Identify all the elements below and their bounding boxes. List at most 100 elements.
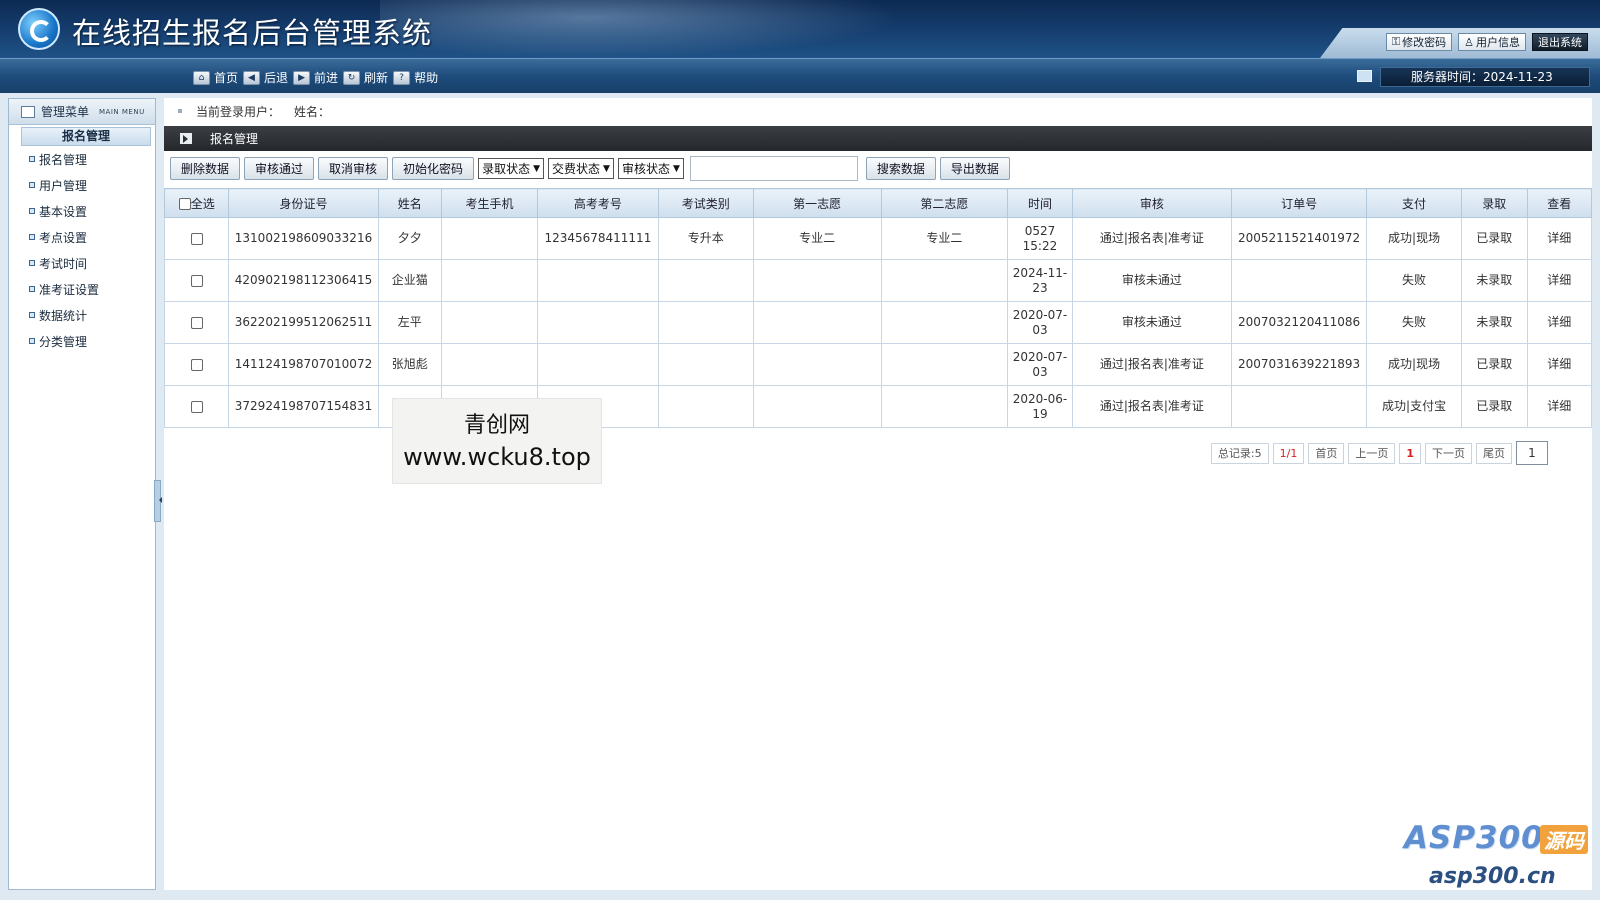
last-page-button[interactable]: 尾页 xyxy=(1476,442,1512,464)
first-choice-cell xyxy=(752,259,882,302)
order-cell: 2005211521401972 xyxy=(1231,217,1368,260)
chevron-down-icon: ▼ xyxy=(603,163,610,174)
corner-watermark: ASP300 源码 asp300.cn xyxy=(1404,820,1594,892)
search-button[interactable]: 搜索数据 xyxy=(865,157,936,180)
export-button[interactable]: 导出数据 xyxy=(939,157,1010,180)
detail-link[interactable]: 详细 xyxy=(1526,343,1592,386)
page-jump-input[interactable]: 1 xyxy=(1516,441,1548,465)
id-cell: 362202199512062511 xyxy=(228,301,379,344)
name-cell: 企业猫 xyxy=(377,259,443,302)
detail-link[interactable]: 详细 xyxy=(1526,259,1592,302)
sidebar-item-exam-sites[interactable]: 考点设置 xyxy=(9,224,155,250)
row-select-cell xyxy=(163,343,230,386)
sidebar-item-categories[interactable]: 分类管理 xyxy=(9,328,155,354)
category-cell xyxy=(657,343,754,386)
sidebar-item-registration[interactable]: 报名管理 xyxy=(9,146,155,172)
exam-no-cell xyxy=(537,301,659,344)
review-cell[interactable]: 通过|报名表|准考证 xyxy=(1071,217,1233,260)
reset-password-button[interactable]: 初始化密码 xyxy=(392,157,475,180)
review-cell[interactable]: 审核未通过 xyxy=(1071,301,1233,344)
total-records: 总记录:5 xyxy=(1210,442,1269,464)
header-buttons: ⚿ 修改密码 ♙ 用户信息 退出系统 xyxy=(1385,33,1588,51)
second-choice-cell xyxy=(880,259,1009,302)
category-cell xyxy=(657,385,754,428)
nav-back[interactable]: ◀ 后退 xyxy=(243,69,288,86)
registration-table: 全选 身份证号 姓名 考生手机 高考考号 考试类别 第一志愿 第二志愿 时间 审… xyxy=(163,188,1592,428)
row-checkbox[interactable] xyxy=(190,400,203,413)
sidebar-item-statistics[interactable]: 数据统计 xyxy=(9,302,155,328)
sidebar-title: 管理菜单 xyxy=(41,105,90,119)
nav-home[interactable]: ⌂ 首页 xyxy=(193,69,238,86)
column-header: 考生手机 xyxy=(440,188,539,218)
prev-page-button[interactable]: 上一页 xyxy=(1348,442,1396,464)
cancel-review-button[interactable]: 取消审核 xyxy=(318,157,389,180)
row-checkbox[interactable] xyxy=(190,274,203,287)
review-cell[interactable]: 通过|报名表|准考证 xyxy=(1071,343,1233,386)
second-choice-cell xyxy=(880,385,1009,428)
sidebar-item-users[interactable]: 用户管理 xyxy=(9,172,155,198)
exam-no-cell xyxy=(537,343,659,386)
row-checkbox[interactable] xyxy=(190,316,203,329)
row-select-cell xyxy=(163,217,230,260)
sidebar-collapse-handle[interactable] xyxy=(154,480,162,522)
play-arrow-icon xyxy=(180,133,192,144)
sidebar-item-exam-time[interactable]: 考试时间 xyxy=(9,250,155,276)
key-icon: ⚿ xyxy=(1391,35,1401,48)
review-cell[interactable]: 审核未通过 xyxy=(1071,259,1233,302)
select-all-header[interactable]: 全选 xyxy=(163,188,230,218)
delete-data-button[interactable]: 删除数据 xyxy=(170,157,241,180)
user-name-label: 姓名： xyxy=(294,104,331,119)
search-input[interactable] xyxy=(689,156,858,181)
main-panel: 当前登录用户： 姓名： 报名管理 删除数据 审核通过 取消审核 初始化密码 录取… xyxy=(163,98,1592,890)
approve-button[interactable]: 审核通过 xyxy=(244,157,315,180)
forward-arrow-icon: ▶ xyxy=(293,70,311,85)
nav-refresh[interactable]: ↻ 刷新 xyxy=(343,69,388,86)
admit-status-select[interactable]: 录取状态 ▼ xyxy=(478,158,544,179)
nav-forward[interactable]: ▶ 前进 xyxy=(293,69,338,86)
next-page-button[interactable]: 下一页 xyxy=(1425,442,1472,464)
back-arrow-icon: ◀ xyxy=(243,70,261,85)
pagination: 总记录:5 1/1 首页 上一页 1 下一页 尾页 1 xyxy=(1210,441,1548,465)
table-row: 131002198609033216 夕夕 12345678411111 专升本… xyxy=(163,217,1592,260)
column-header: 第一志愿 xyxy=(752,188,882,218)
time-cell: 2020-06-19 xyxy=(1007,385,1073,428)
row-checkbox[interactable] xyxy=(190,358,203,371)
nav-help[interactable]: ? 帮助 xyxy=(393,69,438,86)
bullet-icon xyxy=(29,208,35,214)
name-cell: 夕夕 xyxy=(377,217,443,260)
second-choice-cell xyxy=(880,343,1009,386)
column-header: 订单号 xyxy=(1231,188,1368,218)
first-page-button[interactable]: 首页 xyxy=(1308,442,1345,464)
pay-status-select[interactable]: 交费状态 ▼ xyxy=(548,158,614,179)
logout-button[interactable]: 退出系统 xyxy=(1532,33,1588,51)
detail-link[interactable]: 详细 xyxy=(1526,301,1592,344)
select-all-checkbox[interactable] xyxy=(178,198,191,210)
row-select-cell xyxy=(163,385,230,428)
detail-link[interactable]: 详细 xyxy=(1526,385,1592,428)
review-cell[interactable]: 通过|报名表|准考证 xyxy=(1071,385,1233,428)
column-header: 时间 xyxy=(1007,188,1073,218)
sidebar-item-admission-ticket[interactable]: 准考证设置 xyxy=(9,276,155,302)
header-glow xyxy=(380,0,900,58)
row-checkbox[interactable] xyxy=(190,232,203,245)
chevron-down-icon: ▼ xyxy=(533,163,540,174)
id-cell: 420902198112306415 xyxy=(228,259,379,302)
name-cell: 左平 xyxy=(377,301,443,344)
watermark-tag: 源码 xyxy=(1540,825,1588,854)
id-cell: 131002198609033216 xyxy=(228,217,379,260)
order-cell xyxy=(1231,259,1368,302)
table-header-row: 全选 身份证号 姓名 考生手机 高考考号 考试类别 第一志愿 第二志愿 时间 审… xyxy=(163,188,1592,218)
review-status-select[interactable]: 审核状态 ▼ xyxy=(617,158,684,179)
current-user-bar: 当前登录用户： 姓名： xyxy=(164,98,1592,124)
current-page[interactable]: 1 xyxy=(1399,442,1421,464)
detail-link[interactable]: 详细 xyxy=(1526,217,1592,260)
user-info-button[interactable]: ♙ 用户信息 xyxy=(1458,33,1526,51)
sidebar-group-registration[interactable]: 报名管理 xyxy=(21,127,151,146)
sidebar-item-basic-settings[interactable]: 基本设置 xyxy=(9,198,155,224)
column-header: 姓名 xyxy=(377,188,443,218)
bullet-icon xyxy=(29,260,35,266)
pay-cell: 成功|支付宝 xyxy=(1366,385,1463,428)
home-icon: ⌂ xyxy=(193,70,210,85)
change-password-button[interactable]: ⚿ 修改密码 xyxy=(1385,33,1453,51)
column-header: 第二志愿 xyxy=(880,188,1009,218)
